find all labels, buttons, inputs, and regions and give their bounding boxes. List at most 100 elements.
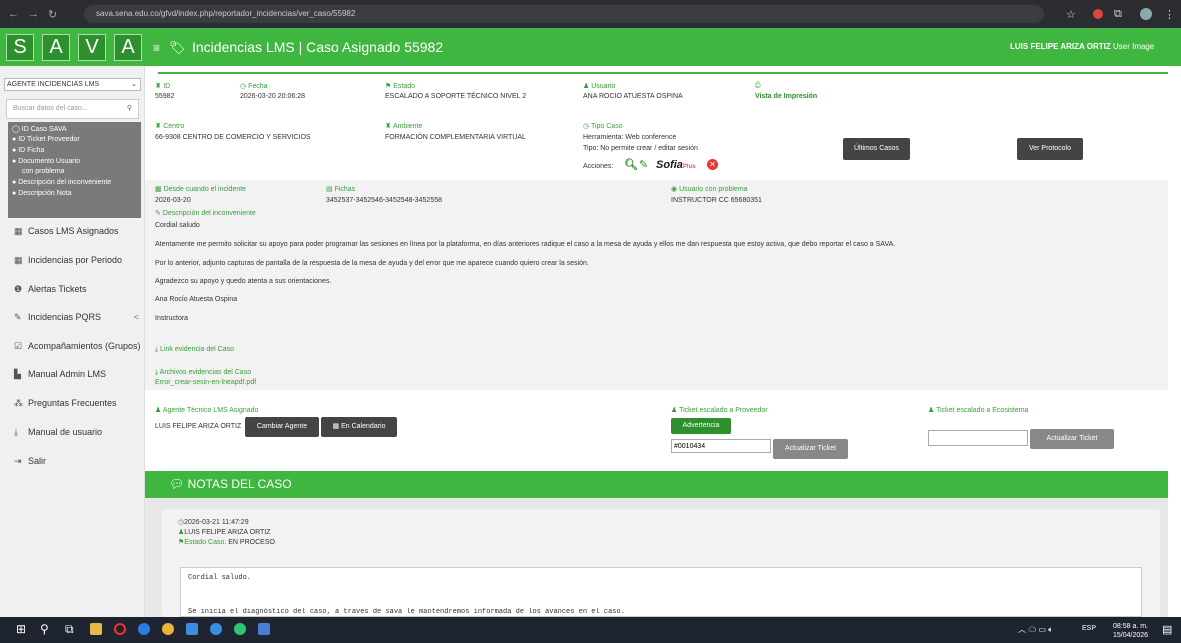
descripcion-line-3: Por lo anterior, adjunto capturas de pan… xyxy=(155,260,589,267)
back-icon[interactable]: ← xyxy=(8,8,19,20)
herramienta-value: Herramienta: Web conference xyxy=(583,134,677,141)
archivo-link[interactable]: Error_crear-sesin-en-lneapdf.pdf xyxy=(155,379,256,386)
cambiar-agente-button[interactable]: Cambiar Agente xyxy=(245,417,319,437)
cancel-x-icon[interactable]: ✕ xyxy=(707,159,718,170)
notifications-icon[interactable]: ▤ xyxy=(1162,623,1172,636)
radio-id-ficha[interactable]: ● ID Ficha xyxy=(12,147,44,154)
sidebar-item-manual-admin[interactable]: ▙ Manual Admin LMS xyxy=(14,369,106,380)
logo-letter-v: V xyxy=(78,34,106,61)
note-date: ◷2026-03-21 11:47:29 xyxy=(178,519,249,526)
descripcion-label: ✎ Descripción del inconveniente xyxy=(155,210,256,217)
task-view-icon[interactable]: ⧉ xyxy=(65,622,74,637)
sidebar-item-manual-usuario[interactable]: ⤓ Manual de usuario xyxy=(14,427,102,438)
ticket-proveedor-label-text: Ticket escalado a Proveedor xyxy=(679,407,768,414)
print-icon[interactable]: ⎙ xyxy=(755,82,761,90)
sidebar-item-acompanamientos[interactable]: ☑ Acompañamientos (Grupos) xyxy=(14,341,141,352)
radio-descripcion[interactable]: ● Descripción del inconveniente xyxy=(12,179,111,186)
language-indicator[interactable]: ESP xyxy=(1082,625,1096,632)
estado-value: ESCALADO A SOPORTE TÉCNICO NIVEL 2 xyxy=(385,93,527,100)
address-bar[interactable]: sava.sena.edu.co/gfvd/index.php/reportad… xyxy=(84,5,1044,23)
browser-toolbar: ← → ↻ sava.sena.edu.co/gfvd/index.php/re… xyxy=(0,0,1181,28)
sidebar-item-alertas[interactable]: ❶ Alertas Tickets xyxy=(14,284,87,295)
search-action-icon[interactable]: 🔍︎ xyxy=(624,158,638,171)
sidebar-item-casos[interactable]: ▦ Casos LMS Asignados xyxy=(14,226,119,237)
clock-date: 15/04/2026 xyxy=(1113,632,1149,639)
tipo-value: Tipo: No permite crear / editar sesión xyxy=(583,145,698,152)
usuario-value: ANA ROCIO ATUESTA OSPINA xyxy=(583,93,683,100)
edge-icon[interactable] xyxy=(138,623,150,635)
centro-value: 66-9308 CENTRO DE COMERCIO Y SERVICIOS xyxy=(155,134,311,141)
note-status: ⚑Estado Caso: EN PROCESO xyxy=(178,539,275,546)
search-taskbar-icon[interactable]: ⚲ xyxy=(40,622,49,636)
ultimos-casos-button[interactable]: Últimos Casos xyxy=(843,138,910,160)
estado-label: ⚑ Estado xyxy=(385,83,416,90)
opera-icon[interactable] xyxy=(114,623,126,635)
search-icon[interactable]: ⚲ xyxy=(127,100,132,118)
link-evidencia[interactable]: ⤓ Link evidencia del Caso xyxy=(155,346,234,354)
role-select-value: AGENTE INCIDENCIAS LMS xyxy=(7,81,100,88)
agente-value: LUIS FELIPE ARIZA ORTIZ xyxy=(155,423,242,430)
ticket-ecosistema-label: ♟ Ticket escalado a Ecosistema xyxy=(928,407,1029,414)
radio-nota[interactable]: ● Descripción Nota xyxy=(12,190,72,197)
actualizar-ticket-ecosistema-button[interactable]: Actualizar Ticket xyxy=(1030,429,1114,449)
teams-icon[interactable] xyxy=(258,623,270,635)
note-body: Cordial saludo. Se inicia el diagnóstico… xyxy=(180,567,1142,617)
calendario-button-text: En Calendario xyxy=(341,423,386,430)
advertencia-button[interactable]: Advertencia xyxy=(671,418,731,434)
radio-id-caso[interactable]: ◯ ID Caso SAVA xyxy=(12,125,67,133)
radio-id-ticket[interactable]: ● ID Ticket Proveedor xyxy=(12,136,80,143)
usuario-label: ♟ Usuario xyxy=(583,83,616,90)
actualizar-ticket-button[interactable]: Actualizar Ticket xyxy=(773,439,848,459)
sidebar-item-preguntas[interactable]: ⁂ Preguntas Frecuentes xyxy=(14,398,117,409)
search-input[interactable]: Buscar datos del caso... ⚲ xyxy=(6,99,139,119)
system-tray-icons[interactable]: ︿ ☁ ▭ 🔈︎ xyxy=(1018,624,1053,635)
chrome-icon[interactable] xyxy=(162,623,174,635)
sofia-plus-logo[interactable]: SofiaPlus xyxy=(656,159,696,171)
sidebar-item-pqrs[interactable]: ✎ Incidencias PQRS < xyxy=(14,312,139,323)
comments-icon: 💬︎ xyxy=(169,477,185,491)
radio-documento[interactable]: ● Documento Usuario xyxy=(12,158,80,165)
notes-header-text: NOTAS DEL CASO xyxy=(187,477,292,491)
forward-icon[interactable]: → xyxy=(28,8,39,20)
sidebar-item-label: Incidencias por Periodo xyxy=(28,255,123,265)
ticket-ecosistema-input[interactable] xyxy=(928,430,1028,446)
user-image-alt: User Image xyxy=(1112,42,1155,51)
tipo-label-text: Tipo Caso xyxy=(590,123,623,130)
role-select[interactable]: AGENTE INCIDENCIAS LMS ⌄ xyxy=(4,78,141,91)
hamburger-icon[interactable]: ≡ xyxy=(153,41,160,55)
radio-label: Documento Usuario xyxy=(18,158,81,165)
ambiente-label: ♜ Ambiente xyxy=(385,123,423,130)
windows-start-icon[interactable]: ⊞ xyxy=(16,622,26,636)
descripcion-line-5: Ana Rocío Atuesta Ospina xyxy=(155,296,238,303)
sidebar-item-salir[interactable]: ⇥ Salir xyxy=(14,456,46,467)
sidebar-item-periodo[interactable]: ▦ Incidencias por Periodo xyxy=(14,255,122,266)
chevron-left-icon: < xyxy=(133,312,139,322)
calendario-button[interactable]: ▦ En Calendario xyxy=(321,417,397,437)
sofia-text: Sofia xyxy=(656,159,683,171)
acciones-label: Acciones: xyxy=(583,163,614,170)
profile-avatar[interactable] xyxy=(1140,8,1152,20)
clock[interactable]: 08:58 a. m. 15/04/2026 xyxy=(1113,622,1148,640)
extensions-puzzle-icon[interactable]: ⧉ xyxy=(1114,8,1122,21)
app-icon[interactable] xyxy=(186,623,198,635)
agente-label: ♟ Agente Técnico LMS Asignado xyxy=(155,407,259,414)
whatsapp-icon[interactable] xyxy=(234,623,246,635)
user-name[interactable]: LUIS FELIPE ARIZA ORTIZ User Image xyxy=(1010,42,1154,51)
agente-label-text: Agente Técnico LMS Asignado xyxy=(162,407,259,414)
reload-icon[interactable]: ↻ xyxy=(48,8,57,21)
menu-kebab-icon[interactable]: ⋮ xyxy=(1164,8,1175,21)
id-label: ♜ ID xyxy=(155,83,171,90)
print-view-link[interactable]: Vista de Impresión xyxy=(755,93,817,100)
note-author: ♟LUIS FELIPE ARIZA ORTIZ xyxy=(178,529,271,536)
note-status-value: EN PROCESO xyxy=(228,539,275,546)
centro-label-text: Centro xyxy=(163,123,185,130)
extension-icon[interactable] xyxy=(1093,9,1103,19)
centro-label: ♜ Centro xyxy=(155,123,185,130)
app-icon-2[interactable] xyxy=(210,623,222,635)
edit-pencil-icon[interactable]: ✎ xyxy=(639,158,648,171)
ticket-proveedor-input[interactable] xyxy=(671,439,771,453)
star-icon[interactable]: ☆ xyxy=(1066,8,1076,21)
file-explorer-icon[interactable] xyxy=(90,623,102,635)
ver-protocolo-button[interactable]: Ver Protocolo xyxy=(1017,138,1083,160)
descripcion-label-text: Descripción del inconveniente xyxy=(162,210,256,217)
